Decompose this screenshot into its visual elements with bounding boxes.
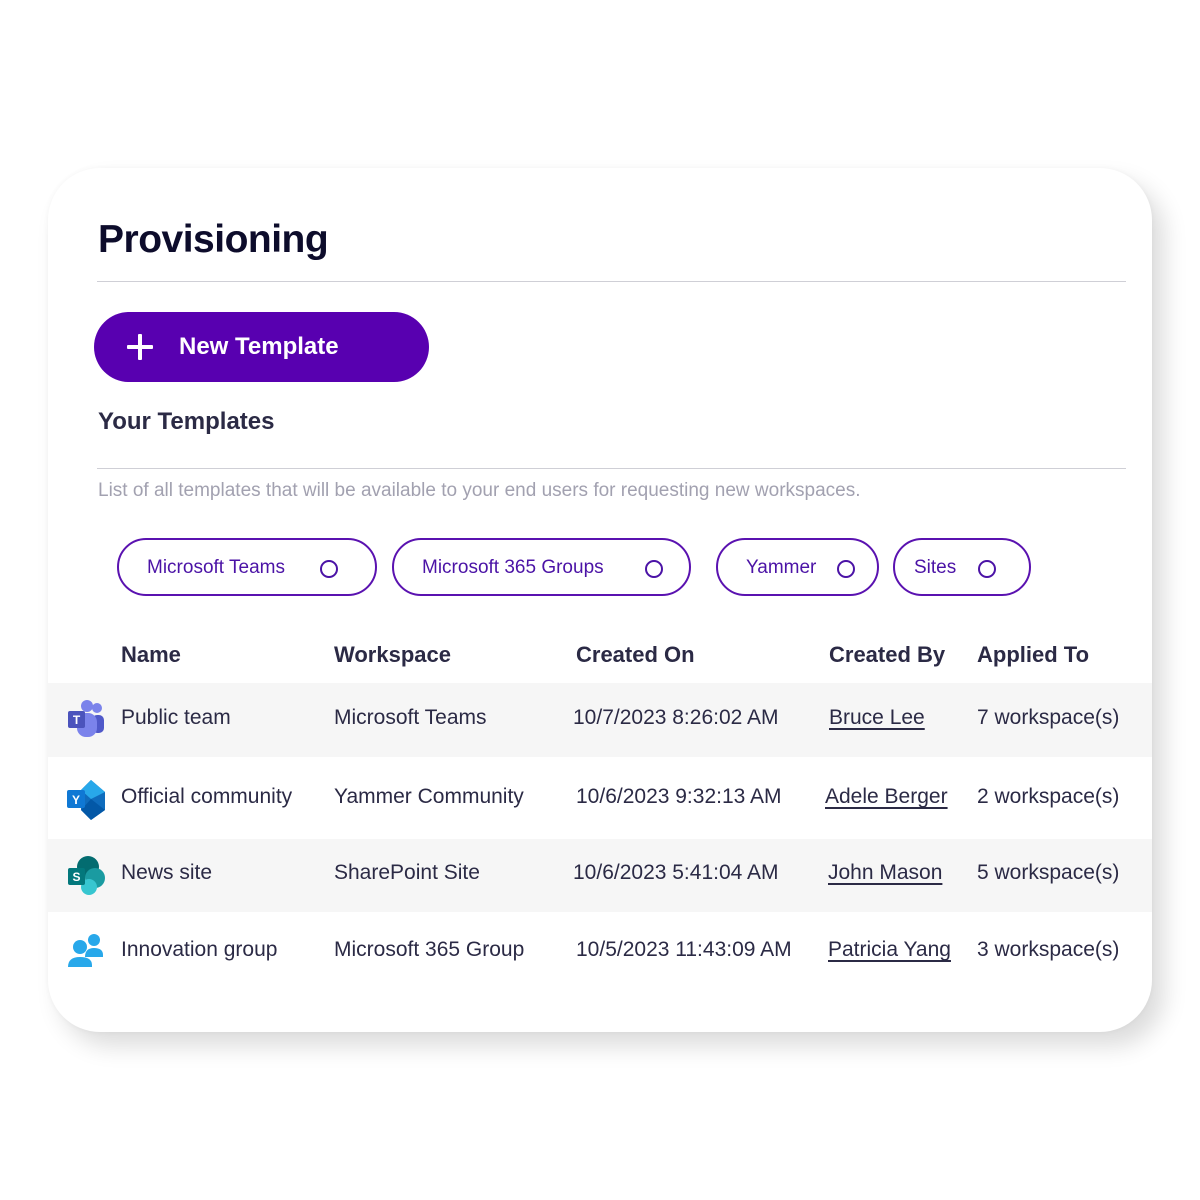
created-on: 10/7/2023 8:26:02 AM [573, 706, 779, 729]
filter-chip-label: Microsoft Teams [147, 557, 285, 578]
template-name[interactable]: Innovation group [121, 938, 277, 962]
microsoft-365-group-icon [68, 934, 103, 967]
template-name[interactable]: Official community [121, 785, 292, 809]
template-name[interactable]: News site [121, 861, 212, 885]
workspace-type: Microsoft Teams [334, 706, 487, 729]
section-description: List of all templates that will be avail… [98, 480, 861, 501]
applied-to: 2 workspace(s) [977, 785, 1120, 808]
new-template-label: New Template [179, 333, 339, 360]
created-by-link[interactable]: Adele Berger [825, 785, 948, 809]
workspace-type: Microsoft 365 Group [334, 938, 525, 961]
created-by-link[interactable]: Bruce Lee [829, 706, 925, 730]
section-title: Your Templates [98, 408, 275, 435]
filter-chip-microsoft-365-groups[interactable]: Microsoft 365 Groups [392, 538, 691, 596]
column-header-created-by[interactable]: Created By [829, 642, 945, 668]
filter-chip-sites[interactable]: Sites [893, 538, 1031, 596]
provisioning-card: Provisioning New Template Your Templates… [48, 168, 1152, 1032]
applied-to: 7 workspace(s) [977, 706, 1120, 729]
table-row[interactable]: S News site SharePoint Site 10/6/2023 5:… [48, 839, 1152, 912]
sharepoint-icon: S [68, 856, 105, 895]
created-on: 10/5/2023 11:43:09 AM [576, 938, 792, 961]
microsoft-teams-icon: T [68, 700, 104, 737]
plus-icon [127, 334, 153, 360]
column-header-created-on[interactable]: Created On [576, 642, 695, 668]
filter-chip-label: Sites [914, 557, 957, 578]
template-name[interactable]: Public team [121, 706, 231, 730]
yammer-icon: Y [67, 780, 105, 820]
radio-icon[interactable] [645, 560, 663, 578]
created-by-link[interactable]: Patricia Yang [828, 938, 951, 962]
created-by-link[interactable]: John Mason [828, 861, 942, 885]
page-title: Provisioning [98, 218, 329, 261]
filter-chip-label: Yammer [746, 557, 817, 578]
table-row[interactable]: Innovation group Microsoft 365 Group 10/… [48, 912, 1152, 992]
radio-icon[interactable] [837, 560, 855, 578]
filter-chip-microsoft-teams[interactable]: Microsoft Teams [117, 538, 377, 596]
column-header-workspace[interactable]: Workspace [334, 642, 451, 668]
table-row[interactable]: Y Official community Yammer Community 10… [48, 757, 1152, 839]
created-on: 10/6/2023 5:41:04 AM [573, 861, 779, 884]
applied-to: 5 workspace(s) [977, 861, 1120, 884]
radio-icon[interactable] [978, 560, 996, 578]
filter-chip-label: Microsoft 365 Groups [422, 557, 604, 578]
table-row[interactable]: T Public team Microsoft Teams 10/7/2023 … [48, 683, 1152, 757]
svg-text:S: S [72, 870, 80, 884]
applied-to: 3 workspace(s) [977, 938, 1120, 961]
column-header-name[interactable]: Name [121, 642, 181, 668]
created-on: 10/6/2023 9:32:13 AM [576, 785, 782, 808]
section-divider [97, 468, 1126, 469]
workspace-type: Yammer Community [334, 785, 524, 808]
column-header-applied-to[interactable]: Applied To [977, 642, 1089, 668]
radio-icon[interactable] [320, 560, 338, 578]
workspace-type: SharePoint Site [334, 861, 480, 884]
new-template-button[interactable]: New Template [94, 312, 429, 382]
filter-chip-yammer[interactable]: Yammer [716, 538, 879, 596]
svg-text:Y: Y [72, 793, 80, 807]
svg-text:T: T [73, 713, 81, 727]
title-divider [97, 281, 1126, 282]
